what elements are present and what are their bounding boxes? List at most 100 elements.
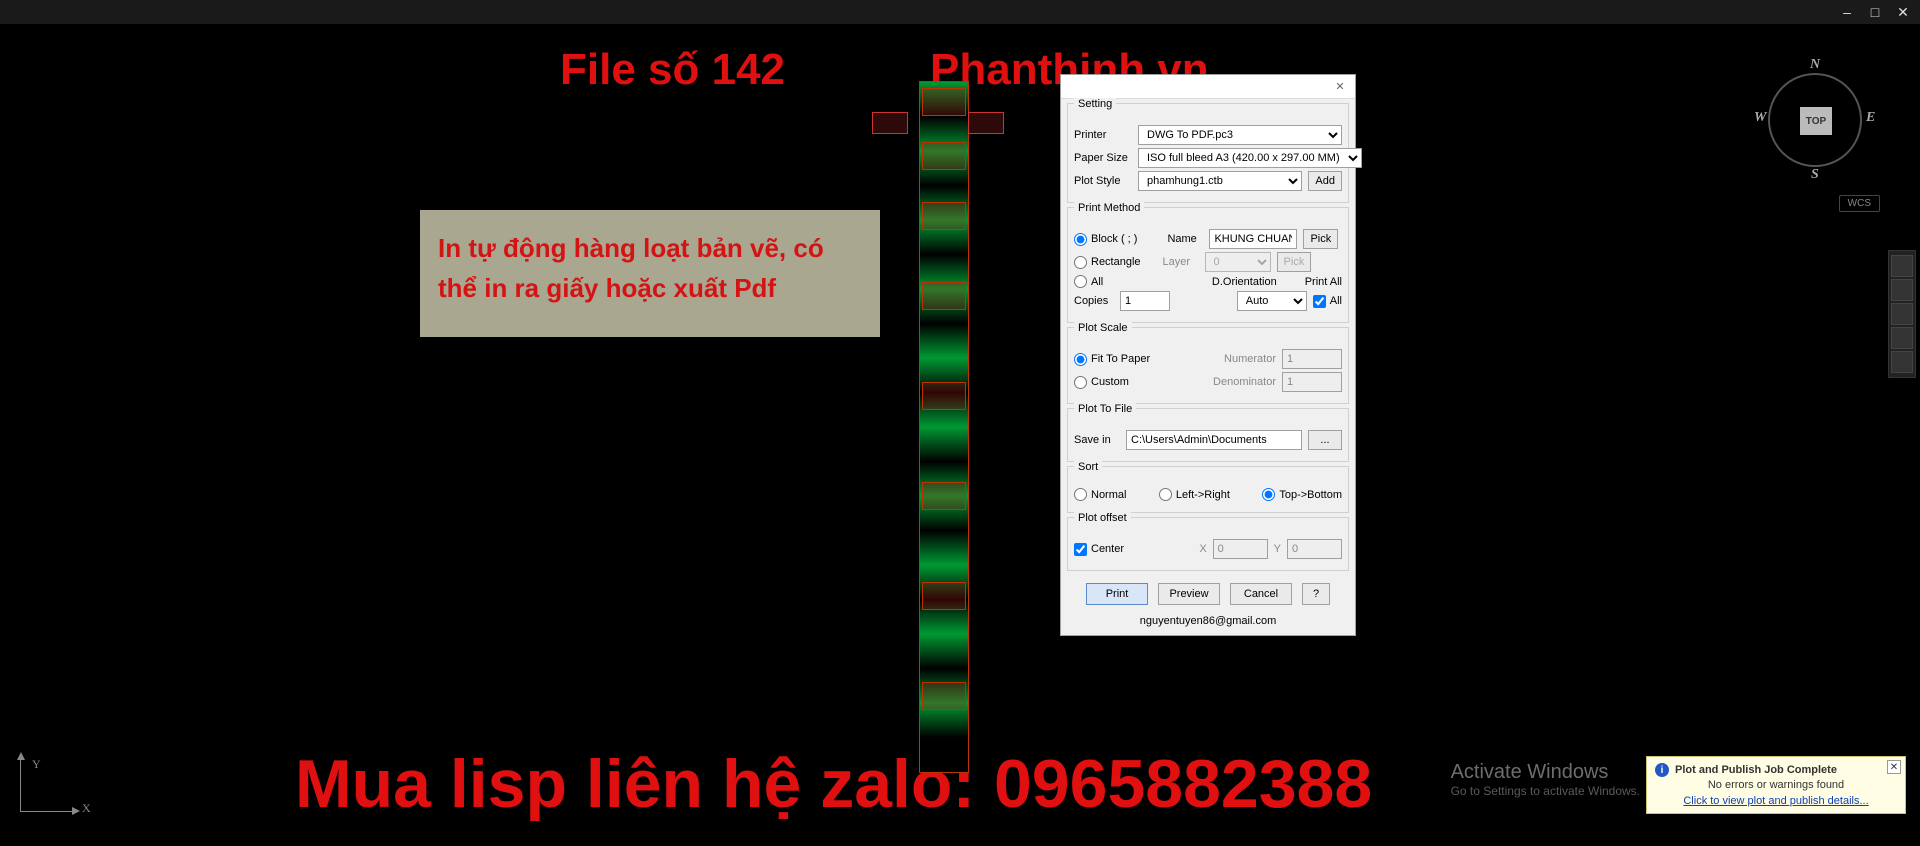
plot-style-select[interactable]: phamhung1.ctb — [1138, 171, 1302, 191]
radio-all-input[interactable] — [1074, 275, 1087, 288]
navbar-showmotion-icon[interactable] — [1891, 351, 1913, 373]
offset-x-input — [1213, 539, 1268, 559]
printer-label: Printer — [1074, 129, 1132, 141]
denominator-label: Denominator — [1204, 376, 1276, 388]
radio-sort-tb-label: Top->Bottom — [1279, 489, 1342, 501]
notification-close-icon[interactable]: ✕ — [1887, 760, 1901, 774]
cancel-button[interactable]: Cancel — [1230, 583, 1292, 605]
print-all-label: Print All — [1305, 276, 1342, 288]
navbar-wheel-icon[interactable] — [1891, 255, 1913, 277]
browse-button[interactable]: ... — [1308, 430, 1342, 450]
radio-block[interactable]: Block ( ; ) — [1074, 233, 1137, 246]
orientation-select[interactable]: Auto — [1237, 291, 1307, 311]
radio-custom-input[interactable] — [1074, 376, 1087, 389]
radio-sort-normal-input[interactable] — [1074, 488, 1087, 501]
help-button[interactable]: ? — [1302, 583, 1330, 605]
numerator-label: Numerator — [1204, 353, 1276, 365]
radio-rectangle-input[interactable] — [1074, 256, 1087, 269]
denominator-input — [1282, 372, 1342, 392]
radio-block-input[interactable] — [1074, 233, 1087, 246]
group-title: Plot offset — [1074, 512, 1131, 524]
drawing-strip — [920, 82, 968, 772]
info-note-box: In tự động hàng loạt bản vẽ, có thể in r… — [420, 210, 880, 337]
wcs-badge[interactable]: WCS — [1839, 195, 1880, 212]
maximize-button[interactable]: □ — [1864, 3, 1886, 21]
radio-sort-lr[interactable]: Left->Right — [1159, 488, 1230, 501]
save-path-input[interactable] — [1126, 430, 1302, 450]
print-all-checkbox-input[interactable] — [1313, 295, 1326, 308]
radio-all-label: All — [1091, 276, 1103, 288]
layer-select: 0 — [1205, 252, 1271, 272]
block-name-label: Name — [1167, 233, 1203, 245]
radio-block-label: Block ( ; ) — [1091, 233, 1137, 245]
radio-custom-label: Custom — [1091, 376, 1129, 388]
radio-fit-label: Fit To Paper — [1091, 353, 1150, 365]
center-checkbox[interactable]: Center — [1074, 543, 1124, 556]
layer-label: Layer — [1163, 256, 1199, 268]
notification-body: No errors or warnings found — [1655, 779, 1897, 791]
group-sort: Sort Normal Left->Right Top->Bottom — [1067, 466, 1349, 513]
print-all-checkbox[interactable]: All — [1313, 295, 1342, 308]
group-print-method: Print Method Block ( ; ) Name Pick Recta… — [1067, 207, 1349, 323]
drawing-block — [872, 112, 908, 134]
ucs-y-label: Y — [32, 757, 41, 772]
radio-fit-to-paper[interactable]: Fit To Paper — [1074, 353, 1150, 366]
pick-block-button[interactable]: Pick — [1303, 229, 1338, 249]
copies-input[interactable] — [1120, 291, 1170, 311]
group-title: Plot To File — [1074, 403, 1136, 415]
dialog-titlebar[interactable]: ✕ — [1061, 75, 1355, 99]
activate-line2: Go to Settings to activate Windows. — [1451, 784, 1640, 798]
offset-x-label: X — [1199, 543, 1206, 555]
radio-sort-normal[interactable]: Normal — [1074, 488, 1126, 501]
group-setting: Setting Printer DWG To PDF.pc3 Paper Siz… — [1067, 103, 1349, 203]
save-in-label: Save in — [1074, 434, 1120, 446]
offset-y-input — [1287, 539, 1342, 559]
print-all-check-label: All — [1330, 295, 1342, 307]
navbar-zoom-icon[interactable] — [1891, 303, 1913, 325]
radio-sort-normal-label: Normal — [1091, 489, 1126, 501]
group-plot-offset: Plot offset Center X Y — [1067, 517, 1349, 571]
drawing-block — [968, 112, 1004, 134]
print-button[interactable]: Print — [1086, 583, 1148, 605]
preview-button[interactable]: Preview — [1158, 583, 1220, 605]
group-title: Sort — [1074, 461, 1102, 473]
plot-dialog: ✕ Setting Printer DWG To PDF.pc3 Paper S… — [1060, 74, 1356, 636]
group-plot-scale: Plot Scale Fit To Paper Numerator Custom… — [1067, 327, 1349, 404]
center-checkbox-input[interactable] — [1074, 543, 1087, 556]
paper-size-select[interactable]: ISO full bleed A3 (420.00 x 297.00 MM) — [1138, 148, 1362, 168]
group-title: Setting — [1074, 98, 1116, 110]
center-checkbox-label: Center — [1091, 543, 1124, 555]
radio-custom-scale[interactable]: Custom — [1074, 376, 1129, 389]
radio-sort-tb-input[interactable] — [1262, 488, 1275, 501]
info-icon: i — [1655, 763, 1669, 777]
navbar-pan-icon[interactable] — [1891, 279, 1913, 301]
navigation-bar — [1888, 250, 1916, 378]
group-title: Print Method — [1074, 202, 1144, 214]
ucs-x-label: X — [82, 801, 91, 816]
activate-windows-watermark: Activate Windows Go to Settings to activ… — [1451, 761, 1640, 798]
pick-layer-button: Pick — [1277, 252, 1312, 272]
notification-title: Plot and Publish Job Complete — [1675, 764, 1837, 776]
block-name-input[interactable] — [1209, 229, 1297, 249]
radio-all[interactable]: All — [1074, 275, 1103, 288]
plot-notification: ✕ i Plot and Publish Job Complete No err… — [1646, 756, 1906, 814]
radio-rectangle[interactable]: Rectangle — [1074, 256, 1141, 269]
notification-details-link[interactable]: Click to view plot and publish details..… — [1655, 795, 1897, 807]
activate-line1: Activate Windows — [1451, 761, 1640, 784]
orientation-label: D.Orientation — [1212, 276, 1277, 288]
window-titlebar: – □ ✕ — [0, 0, 1920, 24]
dialog-close-icon[interactable]: ✕ — [1331, 78, 1349, 96]
radio-fit-input[interactable] — [1074, 353, 1087, 366]
plot-style-label: Plot Style — [1074, 175, 1132, 187]
numerator-input — [1282, 349, 1342, 369]
copies-label: Copies — [1074, 295, 1114, 307]
radio-sort-tb[interactable]: Top->Bottom — [1262, 488, 1342, 501]
group-title: Plot Scale — [1074, 322, 1132, 334]
add-plotstyle-button[interactable]: Add — [1308, 171, 1342, 191]
radio-rectangle-label: Rectangle — [1091, 256, 1141, 268]
navbar-orbit-icon[interactable] — [1891, 327, 1913, 349]
close-button[interactable]: ✕ — [1892, 3, 1914, 21]
printer-select[interactable]: DWG To PDF.pc3 — [1138, 125, 1342, 145]
minimize-button[interactable]: – — [1836, 3, 1858, 21]
radio-sort-lr-input[interactable] — [1159, 488, 1172, 501]
